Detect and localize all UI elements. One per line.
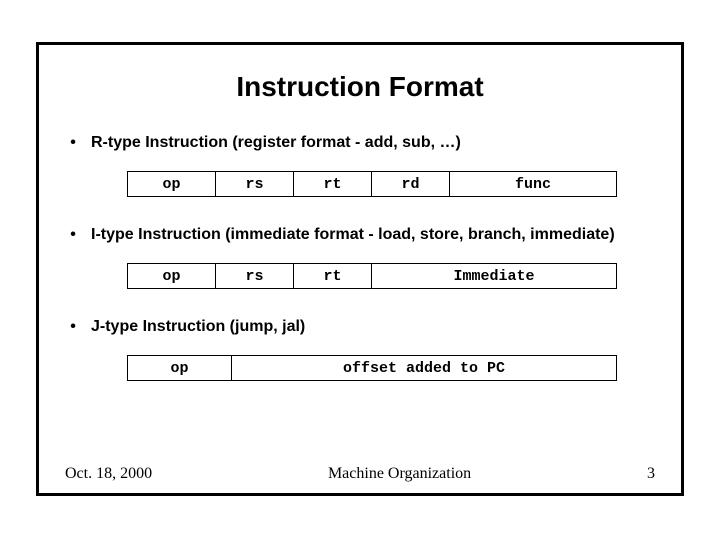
bullet-text: I-type Instruction (immediate format - l… [91,225,665,245]
itype-op: op [128,264,216,288]
itype-rt: rt [294,264,372,288]
rtype-row: op rs rt rd func [127,171,617,197]
footer-page: 3 [647,465,655,483]
rtype-rt: rt [294,172,372,196]
footer-date: Oct. 18, 2000 [65,465,152,483]
bullet-i-type: • I-type Instruction (immediate format -… [55,225,665,245]
itype-imm: Immediate [372,264,616,288]
bullet-dot-icon: • [55,133,91,153]
bullet-j-type: • J-type Instruction (jump, jal) [55,317,665,337]
footer-title: Machine Organization [328,465,471,483]
rtype-rd: rd [372,172,450,196]
bullet-dot-icon: • [55,225,91,245]
slide-body: • R-type Instruction (register format - … [39,133,681,381]
jtype-offset: offset added to PC [232,356,616,380]
rtype-op: op [128,172,216,196]
bullet-text: J-type Instruction (jump, jal) [91,317,665,337]
rtype-func: func [450,172,616,196]
bullet-text: R-type Instruction (register format - ad… [91,133,665,153]
rtype-rs: rs [216,172,294,196]
jtype-op: op [128,356,232,380]
itype-rs: rs [216,264,294,288]
bullet-r-type: • R-type Instruction (register format - … [55,133,665,153]
slide-title: Instruction Format [39,71,681,103]
itype-row: op rs rt Immediate [127,263,617,289]
slide-frame: Instruction Format • R-type Instruction … [36,42,684,496]
jtype-row: op offset added to PC [127,355,617,381]
slide: Instruction Format • R-type Instruction … [0,0,720,540]
bullet-dot-icon: • [55,317,91,337]
slide-footer: Oct. 18, 2000 Machine Organization 3 [39,465,681,483]
